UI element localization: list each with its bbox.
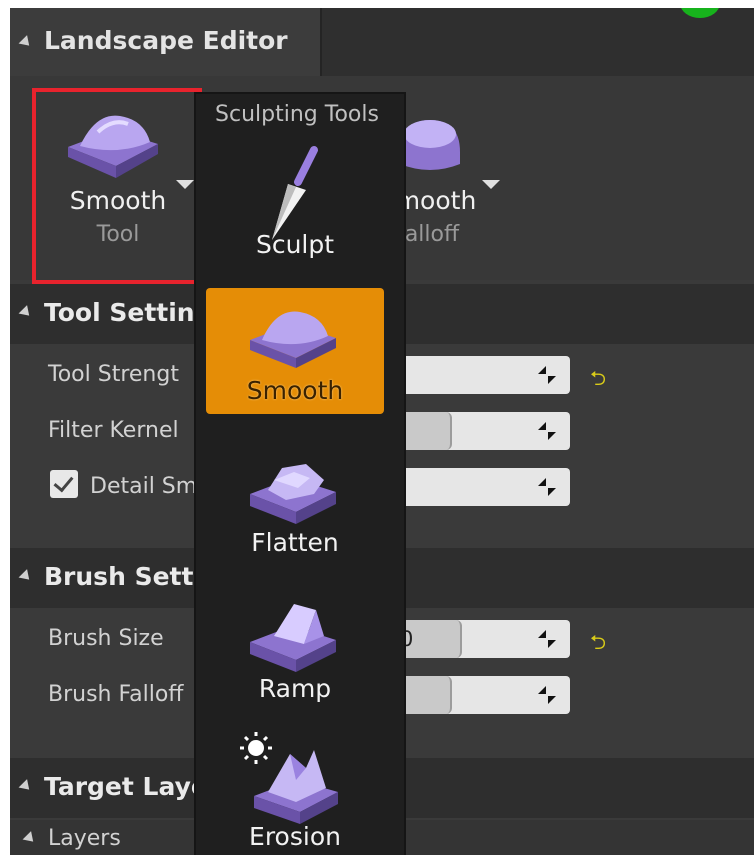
tool-strength-field[interactable] (380, 356, 570, 394)
collapse-triangle-icon (18, 305, 34, 320)
collapse-triangle-icon (22, 831, 38, 846)
brush-size-label: Brush Size (48, 626, 164, 651)
spin-arrows-icon (538, 686, 556, 704)
highlight-box (32, 88, 202, 284)
collapse-triangle-icon (18, 779, 34, 794)
collapse-triangle-icon (18, 35, 34, 50)
menu-item-sculpt[interactable]: Sculpt (206, 138, 384, 264)
brush-falloff-field[interactable] (380, 676, 570, 714)
menu-header: Sculpting Tools (215, 102, 379, 127)
flatten-tool-icon (250, 464, 336, 524)
section-title: Brush Setti (44, 562, 202, 591)
reset-to-default-icon[interactable]: ⮌ (590, 628, 614, 654)
layers-label: Layers (48, 826, 121, 851)
filter-kernel-field[interactable] (380, 412, 570, 450)
tool-strength-label: Tool Strengt (48, 362, 179, 387)
menu-item-label: Ramp (258, 674, 332, 703)
erosion-tool-icon (240, 732, 338, 824)
brush-size-field[interactable]: 0 (380, 620, 570, 658)
menu-item-flatten[interactable]: Flatten (206, 444, 384, 570)
detail-smooth-checkbox[interactable] (50, 470, 78, 498)
spin-arrows-icon (538, 366, 556, 384)
menu-item-label: Smooth (246, 376, 344, 405)
collapse-triangle-icon (18, 569, 34, 584)
sculpt-trowel-icon (272, 146, 318, 240)
menu-item-label: Erosion (249, 822, 341, 851)
tab-landscape-editor[interactable]: Landscape Editor (10, 8, 322, 76)
menu-item-label: Sculpt (255, 230, 335, 259)
landscape-editor-panel: Landscape Editor Smooth Tool mooth allof… (10, 8, 754, 855)
menu-item-ramp[interactable]: Ramp (206, 590, 384, 716)
spin-arrows-icon (538, 478, 556, 496)
spin-arrows-icon (538, 422, 556, 440)
section-title: Tool Setting (44, 298, 213, 327)
filter-kernel-label: Filter Kernel (48, 418, 179, 443)
brush-falloff-label: Brush Falloff (48, 682, 184, 707)
menu-item-smooth[interactable]: Smooth (206, 288, 384, 414)
menu-item-erosion[interactable]: Erosion (206, 730, 384, 855)
detail-smooth-label: Detail Sm (90, 474, 198, 499)
section-title: Target Laye (44, 772, 208, 801)
tab-title: Landscape Editor (44, 26, 288, 55)
detail-smooth-field[interactable] (380, 468, 570, 506)
smooth-tool-icon (250, 311, 336, 368)
spin-arrows-icon (538, 630, 556, 648)
menu-item-label: Flatten (251, 528, 339, 557)
dropdown-arrow-icon[interactable] (482, 180, 500, 189)
sculpting-tools-menu: Sculpting Tools Sculpt Smooth Flatten Ra… (194, 92, 406, 855)
title-bar: Landscape Editor (10, 8, 754, 76)
reset-to-default-icon[interactable]: ⮌ (590, 364, 614, 390)
ramp-tool-icon (250, 604, 336, 672)
